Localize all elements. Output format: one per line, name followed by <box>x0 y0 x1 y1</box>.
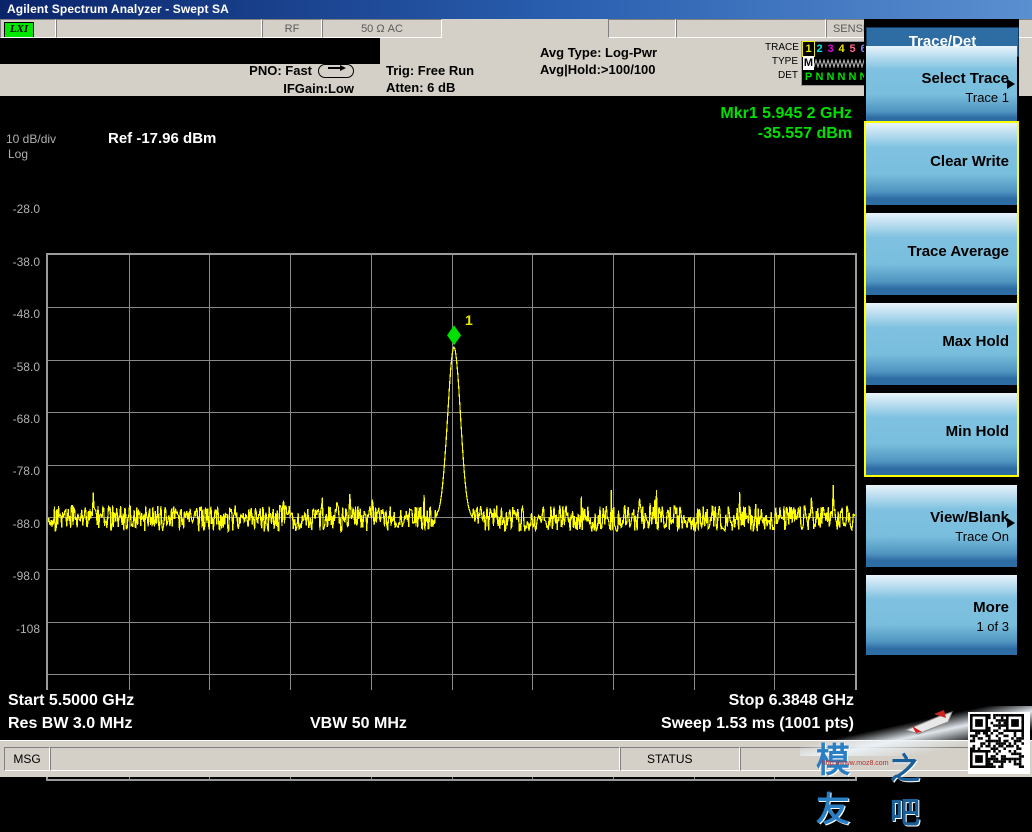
detector-2: N <box>815 71 824 83</box>
softkey-label: Min Hold <box>945 423 1009 440</box>
annunciator-blank-3 <box>676 19 826 38</box>
y-tick-label: -98.0 <box>12 569 40 583</box>
trace-row-label: TRACE <box>765 42 799 53</box>
softkey-max-hold[interactable]: Max Hold <box>866 303 1017 385</box>
y-tick-label: -88.0 <box>12 517 40 531</box>
lxi-logo-icon: LXI <box>4 22 34 37</box>
softkey-sublabel: 1 of 3 <box>976 619 1009 634</box>
detector-3: N <box>826 71 835 83</box>
annunciator-lxi: LXI <box>0 19 56 38</box>
start-frequency-label: Start 5.5000 GHz <box>8 692 135 709</box>
window-title: Agilent Spectrum Analyzer - Swept SA <box>7 2 229 16</box>
softkey-min-hold[interactable]: Min Hold <box>866 393 1017 475</box>
trace-number-2[interactable]: 2 <box>814 42 825 56</box>
marker-frequency-readout: Mkr1 5.945 2 GHz <box>720 105 852 122</box>
pno-arrow-icon[interactable] <box>318 63 354 78</box>
vbw-label: VBW 50 MHz <box>310 715 407 732</box>
marker-amplitude-readout: -35.557 dBm <box>757 125 852 142</box>
window-titlebar: Agilent Spectrum Analyzer - Swept SA <box>0 0 1032 19</box>
softkey-trace-average[interactable]: Trace Average <box>866 213 1017 295</box>
softkey-label: Trace Average <box>907 243 1009 260</box>
trace-number-1[interactable]: 1 <box>802 41 815 57</box>
softkey-label: Clear Write <box>930 153 1009 170</box>
atten-label: Atten: 6 dB <box>386 80 456 95</box>
status-bar: MSG STATUS <box>0 740 1032 777</box>
sweep-label: Sweep 1.53 ms (1001 pts) <box>661 715 854 732</box>
annunciator-impedance: 50 Ω AC <box>322 19 442 38</box>
pno-label: PNO: Fast <box>249 63 312 78</box>
settings-black-region <box>0 38 380 64</box>
softkey-more[interactable]: More 1 of 3 <box>866 575 1017 655</box>
softkey-select-trace[interactable]: Select Trace Trace 1 <box>866 46 1017 124</box>
pno-group: PNO: Fast IFGain:Low <box>182 62 354 97</box>
softkey-label: Select Trace <box>921 70 1009 87</box>
detector-4: N <box>837 71 846 83</box>
y-tick-label: -38.0 <box>12 255 40 269</box>
y-tick-label: -48.0 <box>12 307 40 321</box>
stop-frequency-label: Stop 6.3848 GHz <box>728 692 854 709</box>
trig-label: Trig: Free Run <box>386 63 475 78</box>
scale-div-label: 10 dB/div <box>6 132 57 146</box>
softkey-label: View/Blank <box>930 509 1009 526</box>
msg-field[interactable] <box>50 747 620 771</box>
status-end-field <box>740 747 980 771</box>
annunciator-blank-1 <box>56 19 262 38</box>
spectrum-display: 10 dB/div Log Ref -17.96 dBm Mkr1 5.945 … <box>0 96 862 781</box>
softkey-menu: Trace/Det Select Trace Trace 1 Clear Write… <box>864 19 1019 740</box>
type-row-label: TYPE <box>771 56 798 67</box>
trace-number-4[interactable]: 4 <box>836 42 847 56</box>
spectrum-analyzer-window: Agilent Spectrum Analyzer - Swept SA LXI… <box>0 0 1032 831</box>
trace-number-5[interactable]: 5 <box>847 42 858 56</box>
type-cell-1: M <box>803 56 814 70</box>
chevron-right-icon <box>1007 79 1015 89</box>
y-tick-label: -58.0 <box>12 360 40 374</box>
softkey-sublabel: Trace On <box>955 529 1009 544</box>
softkey-view-blank[interactable]: View/Blank Trace On <box>866 485 1017 567</box>
softkey-sublabel: Trace 1 <box>965 90 1009 105</box>
msg-label: MSG <box>4 747 50 771</box>
bottom-annotation: Start 5.5000 GHz Stop 6.3848 GHz Res BW … <box>0 690 862 740</box>
trigger-group: Trig: Free Run Atten: 6 dB <box>386 62 474 96</box>
y-tick-label: -68.0 <box>12 412 40 426</box>
trace-table-row-labels: TRACE TYPE DET <box>765 41 799 83</box>
chevron-right-icon <box>1007 518 1015 528</box>
pno-row: PNO: Fast <box>182 62 354 80</box>
marker-1-number: 1 <box>465 312 473 329</box>
avg-hold-label: Avg|Hold:>100/100 <box>540 62 656 77</box>
trace-number-3[interactable]: 3 <box>825 42 836 56</box>
softkey-label: Max Hold <box>942 333 1009 350</box>
avg-type-label: Avg Type: Log-Pwr <box>540 45 657 60</box>
reference-level-label: Ref -17.96 dBm <box>108 130 217 147</box>
y-tick-label: -108 <box>15 622 40 636</box>
annunciator-rf-input: RF <box>262 19 322 38</box>
softkey-clear-write[interactable]: Clear Write <box>866 123 1017 205</box>
average-group: Avg Type: Log-Pwr Avg|Hold:>100/100 <box>540 44 657 78</box>
detector-1: P <box>804 71 813 83</box>
det-row-label: DET <box>778 70 798 81</box>
y-tick-label: -78.0 <box>12 464 40 478</box>
status-label: STATUS <box>620 747 740 771</box>
annunciator-blank-2 <box>608 19 676 38</box>
res-bw-label: Res BW 3.0 MHz <box>8 715 133 732</box>
ifgain-label: IFGain:Low <box>283 80 354 96</box>
softkey-label: More <box>973 599 1009 616</box>
y-tick-label: -28.0 <box>12 202 40 216</box>
scale-mode-label: Log <box>8 147 29 161</box>
detector-5: N <box>848 71 857 83</box>
